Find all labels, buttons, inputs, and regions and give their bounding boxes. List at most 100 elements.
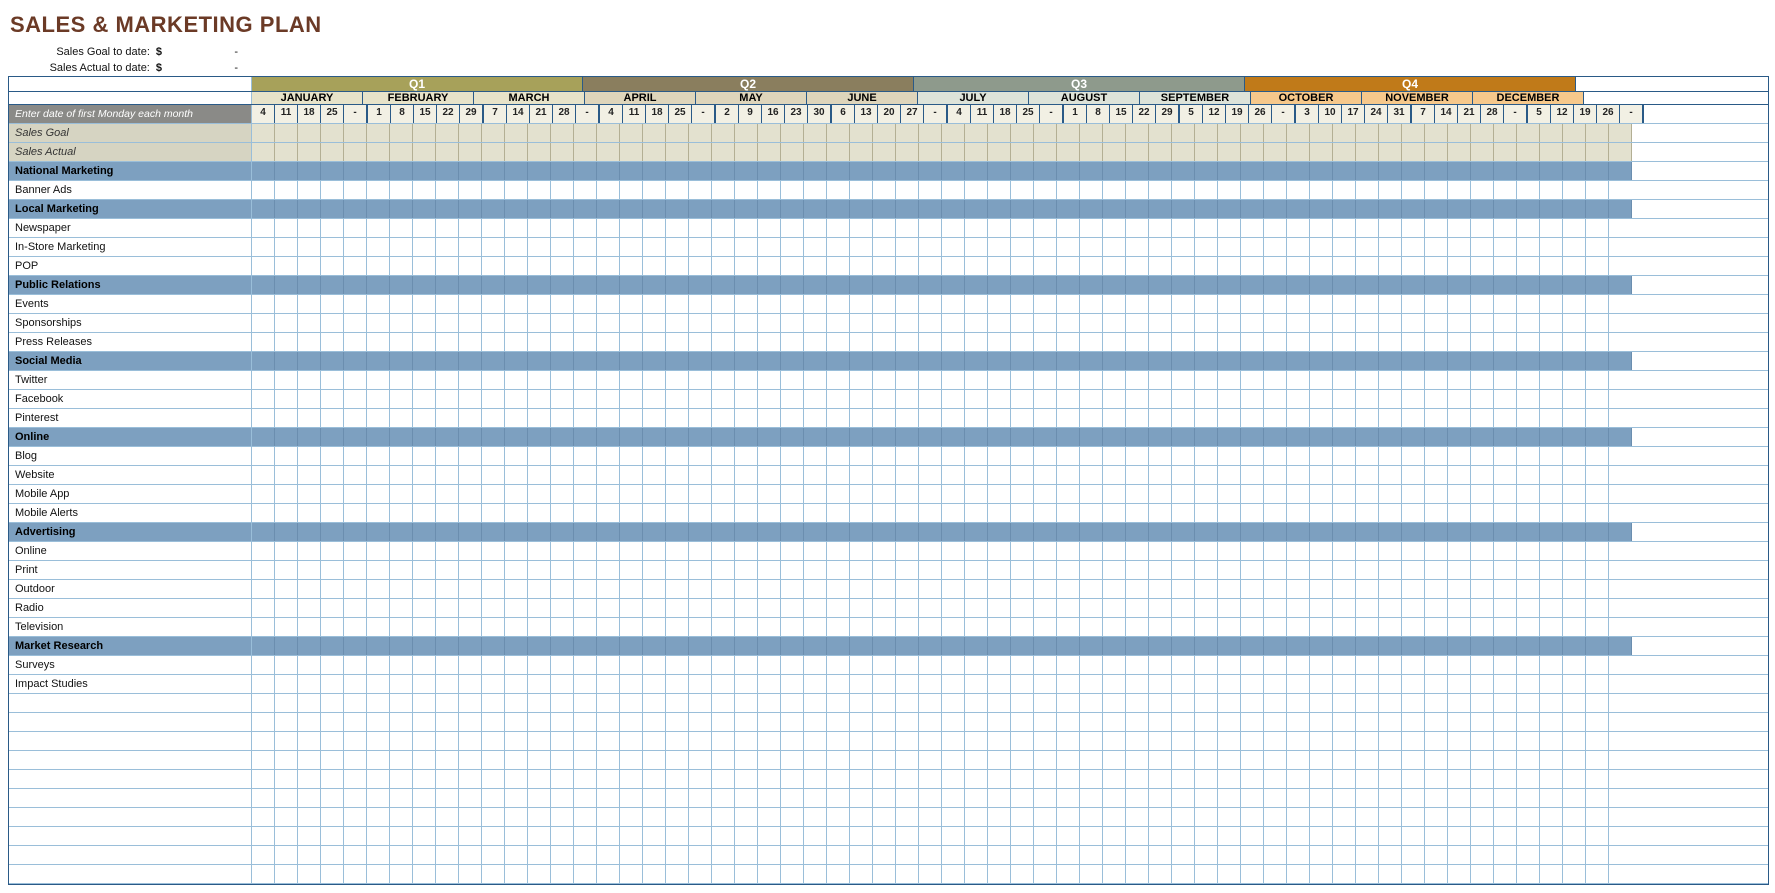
grid-cell[interactable] (1011, 694, 1034, 712)
grid-cell[interactable] (1563, 485, 1586, 503)
grid-cell[interactable] (712, 561, 735, 579)
grid-cell[interactable] (1287, 808, 1310, 826)
grid-cell[interactable] (919, 694, 942, 712)
grid-cell[interactable] (942, 770, 965, 788)
grid-cell[interactable] (1080, 314, 1103, 332)
grid-cell[interactable] (804, 599, 827, 617)
grid-cell[interactable] (965, 504, 988, 522)
grid-cell[interactable] (482, 865, 505, 883)
grid-cell[interactable] (551, 770, 574, 788)
grid-cell[interactable] (252, 713, 275, 731)
grid-cell[interactable] (919, 485, 942, 503)
grid-cell[interactable] (1425, 371, 1448, 389)
grid-cell[interactable] (344, 561, 367, 579)
grid-cell[interactable] (1448, 238, 1471, 256)
grid-cell[interactable] (1471, 219, 1494, 237)
grid-cell[interactable] (390, 238, 413, 256)
grid-cell[interactable] (505, 846, 528, 864)
grid-cell[interactable] (643, 561, 666, 579)
grid-cell[interactable] (551, 314, 574, 332)
grid-cell[interactable] (1471, 599, 1494, 617)
grid-cell[interactable] (712, 466, 735, 484)
grid-cell[interactable] (252, 865, 275, 883)
grid-cell[interactable] (873, 257, 896, 275)
grid-cell[interactable] (827, 371, 850, 389)
grid-cell[interactable] (735, 542, 758, 560)
grid-cell[interactable] (735, 599, 758, 617)
grid-cell[interactable] (574, 181, 597, 199)
grid-cell[interactable] (1149, 865, 1172, 883)
grid-cell[interactable] (1264, 694, 1287, 712)
grid-cell[interactable] (1563, 447, 1586, 465)
grid-cell[interactable] (1402, 732, 1425, 750)
grid-cell[interactable] (1540, 447, 1563, 465)
grid-cell[interactable] (643, 295, 666, 313)
grid-cell[interactable] (850, 789, 873, 807)
grid-cell[interactable] (1402, 865, 1425, 883)
grid-cell[interactable] (1218, 561, 1241, 579)
grid-cell[interactable] (1379, 865, 1402, 883)
grid-cell[interactable] (505, 466, 528, 484)
grid-cell[interactable] (597, 124, 620, 142)
grid-cell[interactable] (781, 485, 804, 503)
grid-cell[interactable] (1057, 675, 1080, 693)
grid-cell[interactable] (1448, 675, 1471, 693)
grid-cell[interactable] (643, 409, 666, 427)
grid-cell[interactable] (1356, 124, 1379, 142)
grid-cell[interactable] (1402, 124, 1425, 142)
grid-cell[interactable] (1517, 371, 1540, 389)
grid-cell[interactable] (459, 580, 482, 598)
grid-cell[interactable] (390, 295, 413, 313)
grid-cell[interactable] (1195, 409, 1218, 427)
grid-cell[interactable] (850, 580, 873, 598)
grid-cell[interactable] (620, 333, 643, 351)
grid-cell[interactable] (1195, 561, 1218, 579)
grid-cell[interactable] (252, 504, 275, 522)
grid-cell[interactable] (965, 219, 988, 237)
grid-cell[interactable] (413, 257, 436, 275)
grid-cell[interactable] (1149, 295, 1172, 313)
grid-cell[interactable] (1448, 409, 1471, 427)
grid-cell[interactable] (643, 504, 666, 522)
grid-cell[interactable] (1563, 561, 1586, 579)
grid-cell[interactable] (1080, 295, 1103, 313)
grid-cell[interactable] (620, 713, 643, 731)
grid-cell[interactable] (436, 238, 459, 256)
grid-cell[interactable] (666, 675, 689, 693)
grid-cell[interactable] (896, 770, 919, 788)
grid-cell[interactable] (1471, 713, 1494, 731)
grid-cell[interactable] (643, 485, 666, 503)
grid-cell[interactable] (804, 789, 827, 807)
grid-cell[interactable] (1103, 371, 1126, 389)
grid-cell[interactable] (1218, 409, 1241, 427)
grid-cell[interactable] (1563, 257, 1586, 275)
grid-cell[interactable] (321, 561, 344, 579)
grid-cell[interactable] (1517, 409, 1540, 427)
grid-cell[interactable] (459, 561, 482, 579)
grid-cell[interactable] (597, 238, 620, 256)
grid-cell[interactable] (735, 561, 758, 579)
grid-cell[interactable] (1471, 732, 1494, 750)
grid-cell[interactable] (551, 447, 574, 465)
grid-cell[interactable] (1218, 181, 1241, 199)
grid-cell[interactable] (1448, 846, 1471, 864)
grid-cell[interactable] (620, 314, 643, 332)
grid-cell[interactable] (758, 371, 781, 389)
grid-cell[interactable] (275, 143, 298, 161)
grid-cell[interactable] (551, 656, 574, 674)
grid-cell[interactable] (1218, 371, 1241, 389)
grid-cell[interactable] (1609, 618, 1631, 636)
grid-cell[interactable] (459, 656, 482, 674)
grid-cell[interactable] (1540, 865, 1563, 883)
grid-cell[interactable] (666, 656, 689, 674)
grid-cell[interactable] (298, 314, 321, 332)
grid-cell[interactable] (551, 865, 574, 883)
grid-cell[interactable] (528, 314, 551, 332)
grid-cell[interactable] (1310, 770, 1333, 788)
grid-cell[interactable] (1218, 808, 1241, 826)
grid-cell[interactable] (1172, 181, 1195, 199)
grid-cell[interactable] (1310, 219, 1333, 237)
grid-cell[interactable] (781, 713, 804, 731)
grid-cell[interactable] (505, 656, 528, 674)
grid-cell[interactable] (781, 808, 804, 826)
